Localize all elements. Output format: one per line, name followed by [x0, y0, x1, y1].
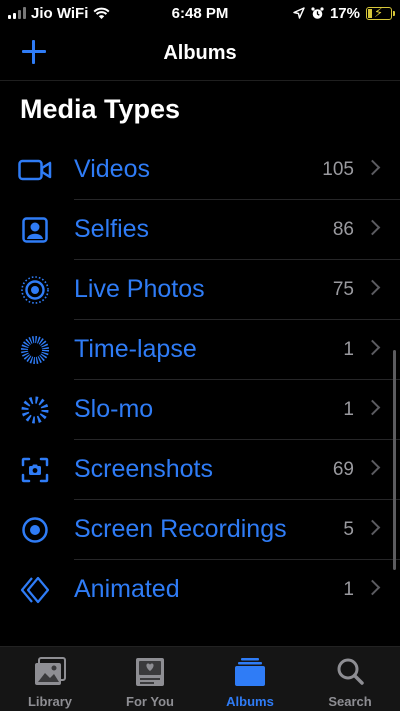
album-label: Selfies [74, 215, 150, 243]
album-label: Screen Recordings [74, 515, 287, 543]
chevron-right-icon [364, 159, 381, 176]
album-label: Screenshots [74, 455, 213, 483]
status-bar: Jio WiFi 6:48 PM 17% ⚡ [0, 0, 400, 26]
location-icon [293, 7, 305, 19]
nav-bar: Albums [0, 26, 400, 81]
tab-label: Albums [226, 694, 274, 709]
status-left: Jio WiFi [0, 5, 110, 22]
tab-bar: Library For You Albums Search [0, 646, 400, 711]
signal-icon [8, 7, 26, 19]
chevron-right-icon [364, 459, 381, 476]
album-count: 75 [332, 279, 354, 300]
tab-search[interactable]: Search [300, 647, 400, 711]
wifi-icon [93, 7, 110, 19]
selfie-icon [18, 215, 52, 245]
bolt-icon: ⚡ [374, 4, 384, 20]
album-row-videos[interactable]: Videos 105 [0, 140, 400, 200]
album-count: 1 [343, 339, 354, 360]
album-count: 105 [322, 159, 354, 180]
live-photo-icon [18, 275, 52, 305]
video-icon [18, 155, 52, 185]
album-row-time-lapse[interactable]: Time-lapse 1 [0, 320, 400, 380]
album-label: Videos [74, 155, 150, 183]
album-count: 5 [343, 519, 354, 540]
album-list: Videos 105 Selfies 86 Live Photos 75 Tim… [0, 140, 400, 620]
battery-percent: 17% [329, 4, 360, 22]
album-count: 69 [332, 459, 354, 480]
album-label: Animated [74, 575, 180, 603]
album-count: 1 [343, 399, 354, 420]
chevron-right-icon [364, 339, 381, 356]
tab-for-you[interactable]: For You [100, 647, 200, 711]
album-label: Slo-mo [74, 395, 154, 423]
tab-label: Library [27, 694, 73, 709]
animated-icon [18, 575, 52, 605]
scroll-indicator[interactable] [393, 350, 396, 570]
tab-label: For You [126, 694, 174, 709]
chevron-right-icon [364, 579, 381, 596]
library-icon [33, 657, 67, 687]
status-right: 17% ⚡ [293, 5, 400, 22]
battery-fill [368, 8, 373, 18]
tab-label: Search [328, 694, 372, 709]
carrier-label: Jio WiFi [31, 4, 89, 22]
album-label: Time-lapse [74, 335, 197, 363]
tab-albums[interactable]: Albums [200, 647, 300, 711]
search-icon [333, 657, 367, 687]
chevron-right-icon [364, 219, 381, 236]
chevron-right-icon [364, 519, 381, 536]
album-row-screenshots[interactable]: Screenshots 69 [0, 440, 400, 500]
alarm-icon [311, 6, 324, 19]
time-lapse-icon [18, 335, 52, 365]
screenshot-icon [18, 455, 52, 485]
albums-icon [233, 657, 267, 687]
battery-charging-icon: ⚡ [366, 4, 395, 20]
album-count: 86 [332, 219, 354, 240]
tab-library[interactable]: Library [0, 647, 100, 711]
chevron-right-icon [364, 399, 381, 416]
album-count: 1 [343, 579, 354, 600]
chevron-right-icon [364, 279, 381, 296]
album-row-slo-mo[interactable]: Slo-mo 1 [0, 380, 400, 440]
page-title: Albums [163, 41, 237, 64]
slo-mo-icon [18, 395, 52, 425]
album-row-live-photos[interactable]: Live Photos 75 [0, 260, 400, 320]
album-row-screen-recordings[interactable]: Screen Recordings 5 [0, 500, 400, 560]
album-label: Live Photos [74, 275, 205, 303]
screen-recording-icon [18, 515, 52, 545]
section-title: Media Types [20, 94, 181, 124]
album-row-animated[interactable]: Animated 1 [0, 560, 400, 620]
for-you-icon [133, 657, 167, 687]
album-row-selfies[interactable]: Selfies 86 [0, 200, 400, 260]
add-album-button[interactable] [20, 38, 48, 66]
